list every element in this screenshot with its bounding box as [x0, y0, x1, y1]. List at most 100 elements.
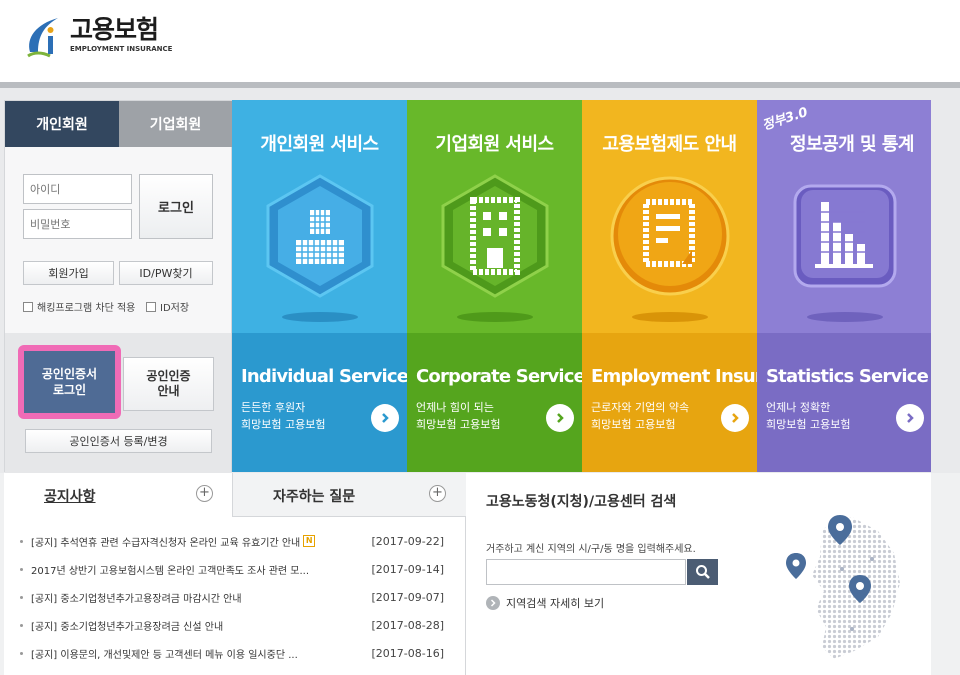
- id-save-checkbox-row[interactable]: ID저장: [146, 299, 189, 314]
- building-icon: [431, 172, 559, 300]
- tile-description: 든든한 후원자 희망보험 고용보험: [241, 399, 325, 433]
- logo[interactable]: 고용보험 EMPLOYMENT INSURANCE: [24, 12, 172, 62]
- tile-description: 근로자와 기업의 약속 희망보험 고용보험: [591, 399, 689, 433]
- person-icon: [256, 172, 384, 300]
- notice-date: [2017-08-16]: [371, 646, 444, 660]
- cert-guide-line2: 안내: [157, 384, 180, 398]
- find-id-pw-button[interactable]: ID/PW찾기: [119, 261, 213, 285]
- logo-title: 고용보험: [70, 15, 159, 44]
- korea-map-icon[interactable]: [782, 509, 912, 669]
- tile-title: 개인회원 서비스: [260, 134, 379, 155]
- notice-more-plus-icon[interactable]: +: [196, 485, 213, 502]
- region-detail-link[interactable]: 지역검색 자세히 보기: [486, 595, 604, 611]
- chevron-right-icon: [486, 596, 500, 610]
- cert-login-line2: 로그인: [52, 383, 87, 397]
- gov30-badge: 정부3.0: [760, 105, 810, 134]
- tile-icon-shadow: [807, 312, 883, 322]
- search-icon: [695, 565, 710, 579]
- tile-title: 정보공개 및 통계: [790, 134, 914, 155]
- id-input[interactable]: [23, 174, 132, 204]
- new-badge: N: [303, 535, 316, 547]
- tile-corporate-service[interactable]: 기업회원 서비스 Corporate Service 언제나 힘이 되는 희망보…: [407, 100, 582, 472]
- tile-english-title: Employment Insurance: [591, 366, 757, 387]
- notice-item[interactable]: [공지] 이용문의, 개선및제안 등 고객센터 메뉴 이용 일시중단 ... […: [20, 639, 450, 667]
- tile-desc-line2: 희망보험 고용보험: [416, 418, 501, 431]
- tile-desc-line2: 희망보험 고용보험: [591, 418, 676, 431]
- cert-login-highlight: 공인인증서 로그인: [18, 345, 121, 419]
- search-title: 고용노동청(지청)/고용센터 검색: [486, 494, 677, 510]
- tile-english-title: Individual Service: [241, 366, 407, 387]
- tile-employment-insurance[interactable]: 고용보험제도 안내 Employment Insurance: [582, 100, 757, 472]
- office-search-box: 고용노동청(지청)/고용센터 검색 거주하고 계신 지역의 시/구/동 명을 입…: [466, 473, 931, 675]
- tile-title: 고용보험제도 안내: [602, 134, 737, 155]
- tile-english-title: Corporate Service: [416, 366, 582, 387]
- header: 고용보험 EMPLOYMENT INSURANCE: [0, 0, 960, 84]
- cert-login-line1: 공인인증서: [41, 367, 98, 381]
- bar-chart-icon: [781, 172, 909, 300]
- chevron-right-icon[interactable]: [896, 404, 924, 432]
- tile-description: 언제나 힘이 되는 희망보험 고용보험: [416, 399, 500, 433]
- password-input[interactable]: [23, 209, 132, 239]
- notice-title[interactable]: [공지] 중소기업청년추가고용장려금 신설 안내: [31, 618, 223, 633]
- tile-description: 언제나 정확한 희망보험 고용보험: [766, 399, 850, 433]
- tab-corporate-member[interactable]: 기업회원: [119, 101, 232, 147]
- page: 고용보험 EMPLOYMENT INSURANCE 개인회원 기업회원 로그인 …: [0, 0, 960, 675]
- id-save-label: ID저장: [160, 303, 190, 314]
- id-save-checkbox[interactable]: [146, 301, 156, 312]
- cert-register-button[interactable]: 공인인증서 등록/변경: [25, 429, 212, 453]
- tile-desc-line1: 든든한 후원자: [241, 401, 306, 414]
- region-search-input[interactable]: [486, 559, 686, 585]
- faq-tab-label[interactable]: 자주하는 질문: [273, 486, 355, 506]
- login-button[interactable]: 로그인: [139, 174, 213, 239]
- region-detail-label[interactable]: 지역검색 자세히 보기: [506, 595, 604, 611]
- notice-box: 공지사항 + 자주하는 질문 + [공지] 추석연휴 관련 수급자격신청자 온라…: [4, 473, 466, 675]
- signup-button[interactable]: 회원가입: [23, 261, 114, 285]
- login-form: 로그인 회원가입 ID/PW찾기 해킹프로그램 차단 적용 ID저장: [5, 147, 231, 333]
- chevron-right-icon[interactable]: [371, 404, 399, 432]
- notice-tab-label[interactable]: 공지사항: [44, 486, 96, 506]
- tile-desc-line2: 희망보험 고용보험: [766, 418, 851, 431]
- notice-title[interactable]: [공지] 중소기업청년추가고용장려금 마감시간 안내: [31, 590, 242, 605]
- search-description: 거주하고 계신 지역의 시/구/동 명을 입력해주세요.: [486, 544, 696, 555]
- search-button[interactable]: [687, 559, 718, 585]
- tile-desc-line1: 근로자와 기업의 약속: [591, 401, 690, 414]
- hack-block-checkbox-row[interactable]: 해킹프로그램 차단 적용: [23, 299, 135, 314]
- tab-notice[interactable]: 공지사항 +: [4, 473, 232, 517]
- tile-icon-shadow: [457, 312, 533, 322]
- tile-desc-line1: 언제나 정확한: [766, 401, 831, 414]
- cert-login-button[interactable]: 공인인증서 로그인: [24, 351, 115, 413]
- tile-english-title: Statistics Service: [766, 366, 929, 387]
- chevron-right-icon[interactable]: [721, 404, 749, 432]
- logo-mark-icon: [24, 12, 64, 62]
- hack-block-checkbox[interactable]: [23, 301, 33, 312]
- cert-guide-line1: 공인인증: [146, 369, 191, 383]
- tile-icon-shadow: [632, 312, 708, 322]
- cert-guide-button[interactable]: 공인인증 안내: [123, 357, 214, 411]
- notice-title[interactable]: [공지] 추석연휴 관련 수급자격신청자 온라인 교육 유효기간 안내: [31, 534, 300, 549]
- tab-personal-member[interactable]: 개인회원: [5, 101, 119, 155]
- chevron-right-icon[interactable]: [546, 404, 574, 432]
- notice-date: [2017-08-28]: [371, 618, 444, 632]
- notice-list: [공지] 추석연휴 관련 수급자격신청자 온라인 교육 유효기간 안내 N [2…: [20, 527, 450, 667]
- tab-faq[interactable]: 자주하는 질문 +: [232, 473, 466, 517]
- logo-subtitle: EMPLOYMENT INSURANCE: [70, 45, 173, 53]
- notice-title[interactable]: 2017년 상반기 고용보험시스템 온라인 고객만족도 조사 관련 모...: [31, 562, 309, 577]
- certificate-area: 공인인증서 로그인 공인인증 안내 공인인증서 등록/변경: [5, 333, 231, 473]
- tile-individual-service[interactable]: 개인회원 서비스 Individual Service 든든한 후원자 희망보험…: [232, 100, 407, 472]
- notice-item[interactable]: 2017년 상반기 고용보험시스템 온라인 고객만족도 조사 관련 모... […: [20, 555, 450, 583]
- notice-item[interactable]: [공지] 추석연휴 관련 수급자격신청자 온라인 교육 유효기간 안내 N [2…: [20, 527, 450, 555]
- notice-title[interactable]: [공지] 이용문의, 개선및제안 등 고객센터 메뉴 이용 일시중단 ...: [31, 646, 298, 661]
- notice-date: [2017-09-22]: [371, 534, 444, 548]
- tile-desc-line2: 희망보험 고용보험: [241, 418, 326, 431]
- faq-more-plus-icon[interactable]: +: [429, 485, 446, 502]
- tile-statistics-service[interactable]: 정부3.0 정보공개 및 통계 Statistics Service 언제나 정…: [757, 100, 931, 472]
- map-pin-icon: [786, 553, 806, 579]
- notice-date: [2017-09-14]: [371, 562, 444, 576]
- notice-item[interactable]: [공지] 중소기업청년추가고용장려금 신설 안내 [2017-08-28]: [20, 611, 450, 639]
- document-icon: [606, 172, 734, 300]
- notice-item[interactable]: [공지] 중소기업청년추가고용장려금 마감시간 안내 [2017-09-07]: [20, 583, 450, 611]
- tile-icon-shadow: [282, 312, 358, 322]
- tile-desc-line1: 언제나 힘이 되는: [416, 401, 494, 414]
- login-panel: 개인회원 기업회원 로그인 회원가입 ID/PW찾기 해킹프로그램 차단 적용 …: [4, 100, 232, 473]
- hack-block-label: 해킹프로그램 차단 적용: [37, 303, 136, 314]
